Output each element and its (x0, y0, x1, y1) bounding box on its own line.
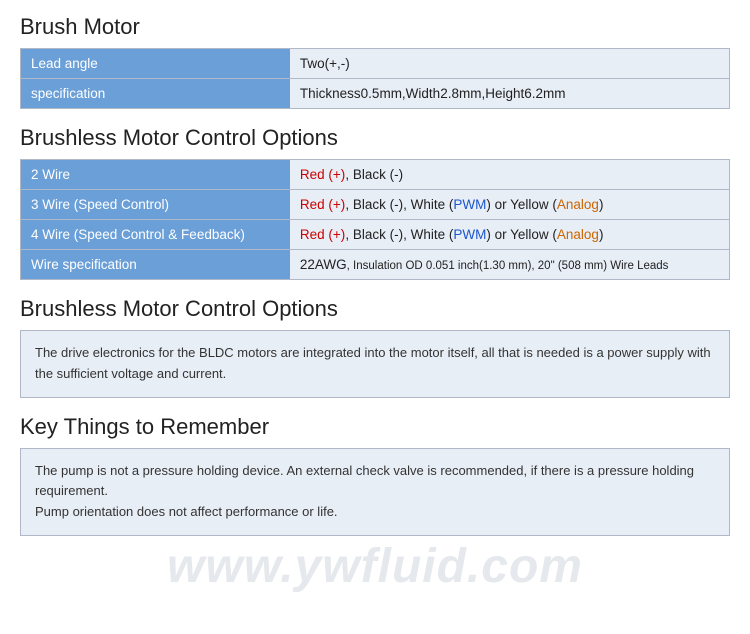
wire-spec-label: Wire specification (21, 250, 290, 280)
black-text: Black (-) (353, 167, 403, 182)
black-text: Black (-) (353, 227, 403, 242)
wire-spec-detail: , Insulation OD 0.051 inch(1.30 mm), 20"… (347, 260, 669, 272)
black-text: Black (-) (353, 197, 403, 212)
table-row: specification Thickness0.5mm,Width2.8mm,… (21, 79, 730, 109)
4wire-label: 4 Wire (Speed Control & Feedback) (21, 220, 290, 250)
brushless-options-title: Brushless Motor Control Options (20, 125, 730, 151)
specification-value: Thickness0.5mm,Width2.8mm,Height6.2mm (290, 79, 730, 109)
key-thing-1: The pump is not a pressure holding devic… (35, 463, 694, 499)
key-things-title: Key Things to Remember (20, 414, 730, 440)
table-row: Lead angle Two(+,-) (21, 49, 730, 79)
3wire-value: Red (+), Black (-), White (PWM) or Yello… (290, 190, 730, 220)
brush-motor-table: Lead angle Two(+,-) specification Thickn… (20, 48, 730, 109)
pwm-text: PWM (453, 227, 486, 242)
analog-text: Analog (557, 227, 599, 242)
red-text: Red (+) (300, 227, 345, 242)
pwm-text: PWM (453, 197, 486, 212)
table-row: 4 Wire (Speed Control & Feedback) Red (+… (21, 220, 730, 250)
key-things-box: The pump is not a pressure holding devic… (20, 448, 730, 536)
wire-spec-value: 22AWG, Insulation OD 0.051 inch(1.30 mm)… (290, 250, 730, 280)
lead-angle-label: Lead angle (21, 49, 290, 79)
3wire-label: 3 Wire (Speed Control) (21, 190, 290, 220)
page-content: Brush Motor Lead angle Two(+,-) specific… (0, 0, 750, 566)
2wire-label: 2 Wire (21, 160, 290, 190)
wire-spec-awg: 22AWG (300, 257, 347, 272)
red-text: Red (+) (300, 197, 345, 212)
lead-angle-value: Two(+,-) (290, 49, 730, 79)
2wire-value: Red (+), Black (-) (290, 160, 730, 190)
brush-motor-title: Brush Motor (20, 14, 730, 40)
key-thing-2: Pump orientation does not affect perform… (35, 504, 338, 519)
brushless-options-table: 2 Wire Red (+), Black (-) 3 Wire (Speed … (20, 159, 730, 280)
red-text: Red (+) (300, 167, 345, 182)
4wire-value: Red (+), Black (-), White (PWM) or Yello… (290, 220, 730, 250)
brushless-description-text: The drive electronics for the BLDC motor… (35, 345, 711, 381)
table-row: 2 Wire Red (+), Black (-) (21, 160, 730, 190)
table-row: Wire specification 22AWG, Insulation OD … (21, 250, 730, 280)
specification-label: specification (21, 79, 290, 109)
table-row: 3 Wire (Speed Control) Red (+), Black (-… (21, 190, 730, 220)
brushless-desc-title: Brushless Motor Control Options (20, 296, 730, 322)
brushless-description-box: The drive electronics for the BLDC motor… (20, 330, 730, 398)
analog-text: Analog (557, 197, 599, 212)
